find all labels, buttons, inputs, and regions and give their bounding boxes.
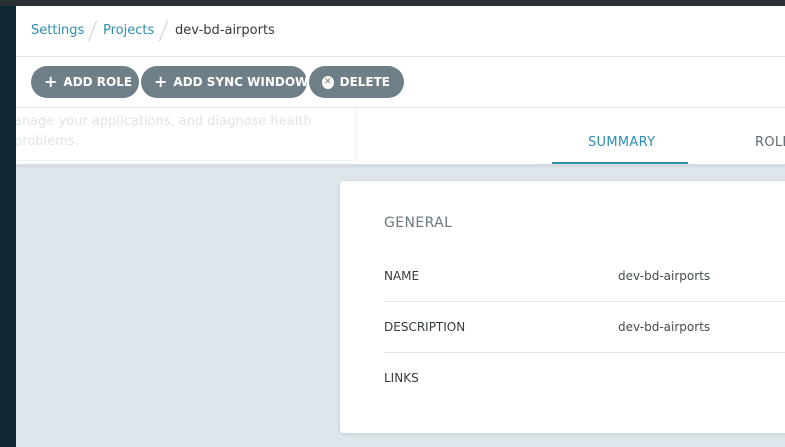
tab-roles[interactable]: ROLE	[755, 135, 785, 150]
background-hint-line-1: anage your applications, and diagnose he…	[16, 114, 312, 129]
plus-icon: +	[154, 71, 168, 91]
name-value: dev-bd-airports	[618, 269, 711, 283]
tabs-header: anage your applications, and diagnose he…	[16, 108, 785, 165]
description-value: dev-bd-airports	[618, 320, 711, 334]
name-label: NAME	[384, 269, 420, 283]
background-hint-card: anage your applications, and diagnose he…	[16, 108, 357, 161]
action-toolbar: + ADD ROLE + ADD SYNC WINDOW ✕ DELETE	[16, 57, 785, 108]
project-details-panel: Settings Projects dev-bd-airports + ADD …	[16, 6, 785, 447]
add-role-button[interactable]: + ADD ROLE	[31, 66, 139, 98]
summary-card: GENERAL NAME dev-bd-airports DESCRIPTION…	[340, 181, 785, 433]
row-divider	[384, 301, 785, 302]
tab-summary[interactable]: SUMMARY	[588, 135, 655, 150]
description-label: DESCRIPTION	[384, 320, 466, 334]
breadcrumb-separator	[158, 20, 169, 42]
add-sync-window-label: ADD SYNC WINDOW	[173, 75, 309, 89]
breadcrumb-settings[interactable]: Settings	[31, 23, 84, 38]
delete-button[interactable]: ✕ DELETE	[309, 66, 404, 98]
section-title-general: GENERAL	[384, 215, 453, 231]
add-sync-window-button[interactable]: + ADD SYNC WINDOW	[141, 66, 309, 98]
add-role-label: ADD ROLE	[63, 75, 133, 89]
breadcrumb: Settings Projects dev-bd-airports	[16, 6, 785, 57]
delete-label: DELETE	[339, 75, 390, 89]
active-tab-indicator	[552, 162, 688, 164]
links-label: LINKS	[384, 371, 419, 385]
close-circle-icon: ✕	[322, 75, 334, 89]
background-hint-line-2: problems.	[16, 134, 79, 149]
breadcrumb-projects[interactable]: Projects	[103, 23, 154, 38]
sidebar-rail	[0, 6, 16, 447]
breadcrumb-current-project: dev-bd-airports	[175, 23, 275, 38]
plus-icon: +	[44, 71, 58, 91]
row-divider	[384, 352, 785, 353]
breadcrumb-separator	[87, 20, 98, 42]
